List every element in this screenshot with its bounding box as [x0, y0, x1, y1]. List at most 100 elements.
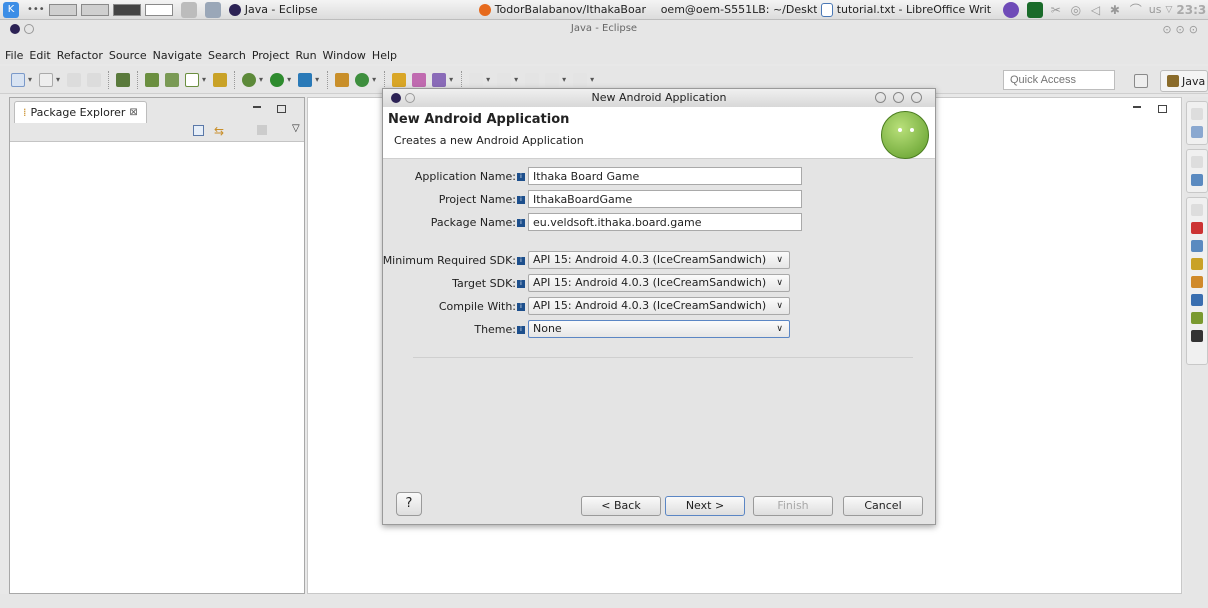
menu-refactor[interactable]: Refactor [54, 49, 106, 62]
restore-icon[interactable] [1191, 108, 1203, 120]
desktop-pager-4[interactable] [144, 3, 173, 16]
link-with-editor-icon[interactable]: ⇆ [214, 124, 224, 138]
dialog-menu-icon[interactable] [391, 93, 401, 103]
dialog-close-icon[interactable] [911, 92, 922, 103]
task-list-trim[interactable] [1186, 149, 1208, 193]
task-writer[interactable]: tutorial.txt - LibreOffice Writ [817, 0, 995, 20]
menu-source[interactable]: Source [106, 49, 150, 62]
outline-icon[interactable] [1191, 126, 1203, 138]
debug-icon[interactable] [242, 72, 257, 87]
android-avd-icon[interactable] [145, 72, 160, 87]
next-annotation-icon[interactable] [469, 72, 484, 87]
debug-dropdown-icon[interactable]: ▾ [259, 75, 263, 84]
notes-icon[interactable] [180, 1, 197, 18]
new-icon[interactable] [11, 72, 25, 87]
cancel-button[interactable]: Cancel [843, 496, 923, 516]
open-task-icon[interactable] [412, 72, 427, 87]
new-window-icon[interactable] [39, 72, 54, 87]
pager-dots-icon[interactable]: ••• [27, 4, 45, 15]
clock[interactable]: 23:3 [1176, 3, 1206, 17]
new-package-icon[interactable] [335, 72, 350, 87]
run-icon[interactable] [270, 72, 285, 87]
task-eclipse[interactable]: Java - Eclipse [225, 0, 385, 20]
menu-file[interactable]: File [2, 49, 26, 62]
calculator-icon[interactable] [204, 1, 221, 18]
previous-annotation-icon[interactable] [497, 72, 512, 87]
compile-with-select[interactable]: API 15: Android 4.0.3 (IceCreamSandwich)… [528, 297, 790, 315]
shield-app-icon[interactable] [1026, 1, 1043, 18]
save-icon[interactable] [67, 72, 82, 87]
menu-navigate[interactable]: Navigate [150, 49, 205, 62]
problems-trim[interactable] [1186, 197, 1208, 365]
java-perspective-button[interactable]: Java [1160, 70, 1208, 92]
desktop-pager-3[interactable] [112, 3, 141, 16]
menu-project[interactable]: Project [249, 49, 293, 62]
restore-icon[interactable] [1191, 204, 1203, 216]
menu-run[interactable]: Run [292, 49, 319, 62]
declaration-icon[interactable] [1191, 258, 1203, 270]
collapse-all-icon[interactable] [193, 125, 204, 136]
minimize-view-icon[interactable] [253, 106, 261, 109]
checkbox-icon[interactable] [185, 72, 200, 87]
new-dropdown-icon[interactable]: ▾ [28, 75, 32, 84]
close-icon[interactable]: ⊠ [129, 107, 137, 118]
task-list-icon[interactable] [1191, 174, 1203, 186]
view-menu-icon[interactable]: ▽ [292, 123, 300, 134]
package-explorer-tab[interactable]: ⁞ Package Explorer ⊠ [14, 101, 147, 123]
min-sdk-select[interactable]: API 15: Android 4.0.3 (IceCreamSandwich)… [528, 251, 790, 269]
new-java-class-icon[interactable] [355, 72, 370, 87]
window-shade-icon[interactable] [24, 24, 34, 34]
dialog-minimize-icon[interactable] [875, 92, 886, 103]
kde-launcher-icon[interactable]: K [3, 1, 19, 18]
last-edit-icon[interactable] [525, 72, 540, 87]
menu-window[interactable]: Window [320, 49, 369, 62]
chevron-down-icon[interactable]: ▽ [1165, 5, 1172, 15]
back-button[interactable]: < Back [581, 496, 661, 516]
next-annotation-dropdown-icon[interactable]: ▾ [486, 75, 490, 84]
task-firefox[interactable]: TodorBalabanov/IthakaBoar [475, 0, 653, 20]
locale-indicator[interactable]: us [1149, 3, 1162, 16]
dialog-shade-icon[interactable] [405, 93, 415, 103]
maximize-view-icon[interactable] [277, 105, 286, 113]
window-menu-icon[interactable] [10, 24, 20, 34]
devices-icon[interactable] [1191, 312, 1203, 324]
editor-maximize-icon[interactable] [1158, 105, 1167, 113]
forward-dropdown-icon[interactable]: ▾ [590, 75, 594, 84]
help-button[interactable]: ? [396, 492, 422, 516]
dialog-maximize-icon[interactable] [893, 92, 904, 103]
new-window-dropdown-icon[interactable]: ▾ [56, 75, 60, 84]
theme-select[interactable]: None ∨ [528, 320, 790, 338]
external-tools-dropdown-icon[interactable]: ▾ [315, 75, 319, 84]
menu-search[interactable]: Search [205, 49, 249, 62]
viber-icon[interactable] [1002, 1, 1019, 18]
logcat-icon[interactable] [1191, 294, 1203, 306]
back-dropdown-icon[interactable]: ▾ [562, 75, 566, 84]
app-name-field[interactable] [528, 167, 802, 185]
new-class-icon[interactable] [213, 72, 228, 87]
forward-icon[interactable] [573, 72, 588, 87]
editor-minimize-icon[interactable] [1133, 106, 1141, 109]
desktop-pager-2[interactable] [80, 3, 109, 16]
back-icon[interactable] [545, 72, 560, 87]
checkbox-dropdown-icon[interactable]: ▾ [202, 75, 206, 84]
javadoc-icon[interactable] [1191, 240, 1203, 252]
menu-edit[interactable]: Edit [26, 49, 53, 62]
menu-help[interactable]: Help [369, 49, 400, 62]
android-sdk-manager-icon[interactable] [116, 72, 131, 87]
save-all-icon[interactable] [87, 72, 102, 87]
emulator-control-icon[interactable] [1191, 330, 1203, 342]
run-dropdown-icon[interactable]: ▾ [287, 75, 291, 84]
console-icon[interactable] [1191, 276, 1203, 288]
search-icon[interactable] [432, 72, 447, 87]
next-button[interactable]: Next > [665, 496, 745, 516]
target-sdk-select[interactable]: API 15: Android 4.0.3 (IceCreamSandwich)… [528, 274, 790, 292]
new-java-class-dropdown-icon[interactable]: ▾ [372, 75, 376, 84]
restore-icon[interactable] [1191, 156, 1203, 168]
open-perspective-icon[interactable] [1134, 74, 1148, 88]
task-terminal[interactable]: oem@oem-S551LB: ~/Deskt [653, 0, 817, 20]
package-name-field[interactable] [528, 213, 802, 231]
focus-icon[interactable] [257, 125, 267, 135]
external-tools-icon[interactable] [298, 72, 313, 87]
quick-access-input[interactable] [1003, 70, 1115, 90]
system-tray-icons[interactable]: ✂ ◎ ◁ ✱ ⌒ [1051, 1, 1145, 18]
